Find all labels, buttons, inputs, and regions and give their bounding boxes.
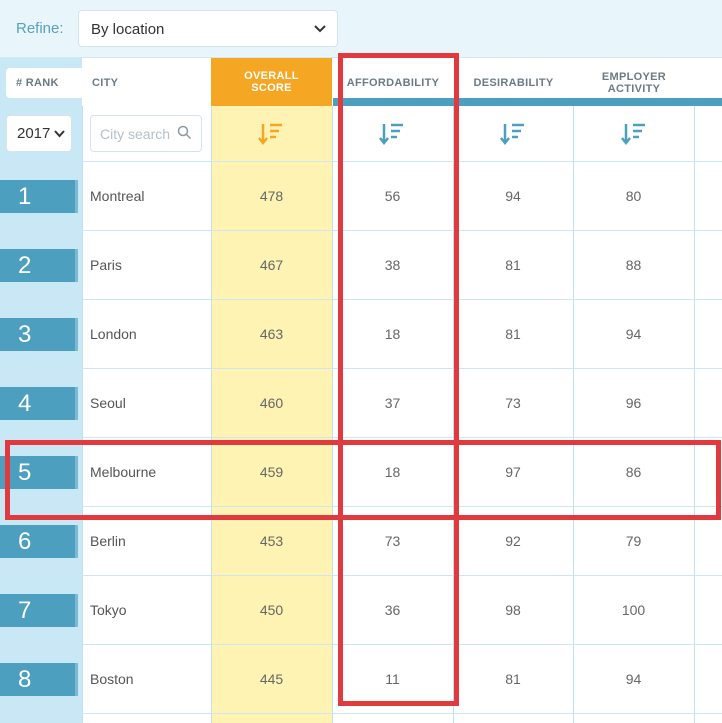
header-employer-activity[interactable]: EMPLOYER ACTIVITY	[574, 68, 694, 98]
rank-badge: 6	[0, 525, 78, 558]
affordability-score: 18	[384, 464, 401, 480]
overall-score: 453	[259, 533, 284, 549]
header-rank[interactable]: # RANK	[6, 68, 82, 98]
sort-affordability-icon[interactable]	[379, 121, 405, 147]
overall-score: 459	[259, 464, 284, 480]
desirability-score: 81	[505, 257, 521, 273]
table-row[interactable]: 7 Tokyo 450 36 98 100	[0, 575, 722, 644]
desirability-score: 98	[505, 602, 521, 618]
employer-activity-score: 94	[625, 326, 642, 342]
rank-badge: 7	[0, 594, 78, 627]
city-name[interactable]: Paris	[90, 257, 122, 273]
refine-selected-value: By location	[91, 21, 165, 38]
overall-score: 445	[259, 671, 284, 687]
rank-badge: 1	[0, 180, 78, 213]
affordability-score: 38	[384, 257, 401, 273]
desirability-score: 81	[505, 671, 521, 687]
refine-dropdown[interactable]: By location	[78, 10, 338, 47]
refine-label: Refine:	[16, 20, 64, 37]
header-affordability[interactable]: AFFORDABILITY	[333, 68, 453, 98]
overall-score: 463	[259, 326, 284, 342]
employer-activity-score: 94	[625, 671, 642, 687]
table-row[interactable]: 4 Seoul 460 37 73 96	[0, 368, 722, 437]
overall-score: 450	[259, 602, 284, 618]
table-row[interactable]: 3 London 463 18 81 94	[0, 299, 722, 368]
desirability-score: 94	[505, 188, 521, 204]
city-name[interactable]: Tokyo	[90, 602, 127, 618]
city-name[interactable]: Melbourne	[90, 464, 156, 480]
desirability-score: 81	[505, 326, 521, 342]
header-employer-label: EMPLOYER ACTIVITY	[601, 71, 667, 95]
affordability-score: 11	[385, 671, 400, 687]
rank-badge: 5	[0, 456, 78, 489]
header-city[interactable]: CITY	[82, 68, 211, 98]
overall-score: 460	[259, 395, 284, 411]
search-icon	[177, 125, 192, 140]
rank-badge: 4	[0, 387, 78, 420]
city-name[interactable]: Berlin	[90, 533, 126, 549]
city-name[interactable]: Montreal	[90, 188, 144, 204]
header-desirability[interactable]: DESIRABILITY	[454, 68, 573, 98]
affordability-score: 37	[384, 395, 401, 411]
employer-activity-score: 80	[625, 188, 642, 204]
employer-activity-score: 79	[625, 533, 642, 549]
city-name[interactable]: Boston	[90, 671, 134, 687]
overall-score: 467	[259, 257, 284, 273]
table-header: # RANK CITY OVERALL SCORE AFFORDABILITY …	[0, 58, 722, 106]
employer-activity-score: 88	[625, 257, 642, 273]
chevron-down-icon	[314, 25, 326, 33]
employer-activity-score: 86	[625, 464, 642, 480]
employer-activity-score: 100	[621, 602, 646, 618]
filter-row: 2017	[0, 106, 722, 161]
employer-activity-score: 96	[625, 395, 642, 411]
desirability-score: 73	[505, 395, 521, 411]
refine-bar: Refine: By location	[0, 0, 722, 58]
header-overall-score[interactable]: OVERALL SCORE	[211, 58, 332, 106]
table-row[interactable]: 8 Boston 445 11 81 94	[0, 644, 722, 713]
sort-desirability-icon[interactable]	[500, 121, 526, 147]
rank-badge: 3	[0, 318, 78, 351]
chevron-down-icon	[54, 130, 65, 138]
sort-employer-activity-icon[interactable]	[621, 121, 647, 147]
year-dropdown[interactable]: 2017	[6, 115, 72, 152]
desirability-score: 92	[505, 533, 521, 549]
table-row[interactable]: 6 Berlin 453 73 92 79	[0, 506, 722, 575]
table-row[interactable]: 2 Paris 467 38 81 88	[0, 230, 722, 299]
sort-overall-icon[interactable]	[258, 121, 284, 147]
header-overall-label: OVERALL SCORE	[244, 70, 299, 94]
year-value: 2017	[17, 125, 51, 142]
rank-badge: 8	[0, 663, 78, 696]
overall-score: 478	[259, 188, 284, 204]
affordability-score: 18	[384, 326, 401, 342]
rank-badge: 2	[0, 249, 78, 282]
city-name[interactable]: London	[90, 326, 137, 342]
ranking-table: # RANK CITY OVERALL SCORE AFFORDABILITY …	[0, 58, 722, 723]
table-row[interactable]: 5 Melbourne 459 18 97 86	[0, 437, 722, 506]
header-next-column[interactable]	[695, 68, 722, 98]
desirability-score: 97	[505, 464, 521, 480]
header-accent-bar	[333, 98, 722, 106]
table-row[interactable]: 1 Montreal 478 56 94 80	[0, 161, 722, 230]
city-name[interactable]: Seoul	[90, 395, 126, 411]
affordability-score: 56	[384, 188, 401, 204]
table-row-partial	[0, 713, 722, 723]
affordability-score: 36	[384, 602, 401, 618]
affordability-score: 73	[384, 533, 401, 549]
